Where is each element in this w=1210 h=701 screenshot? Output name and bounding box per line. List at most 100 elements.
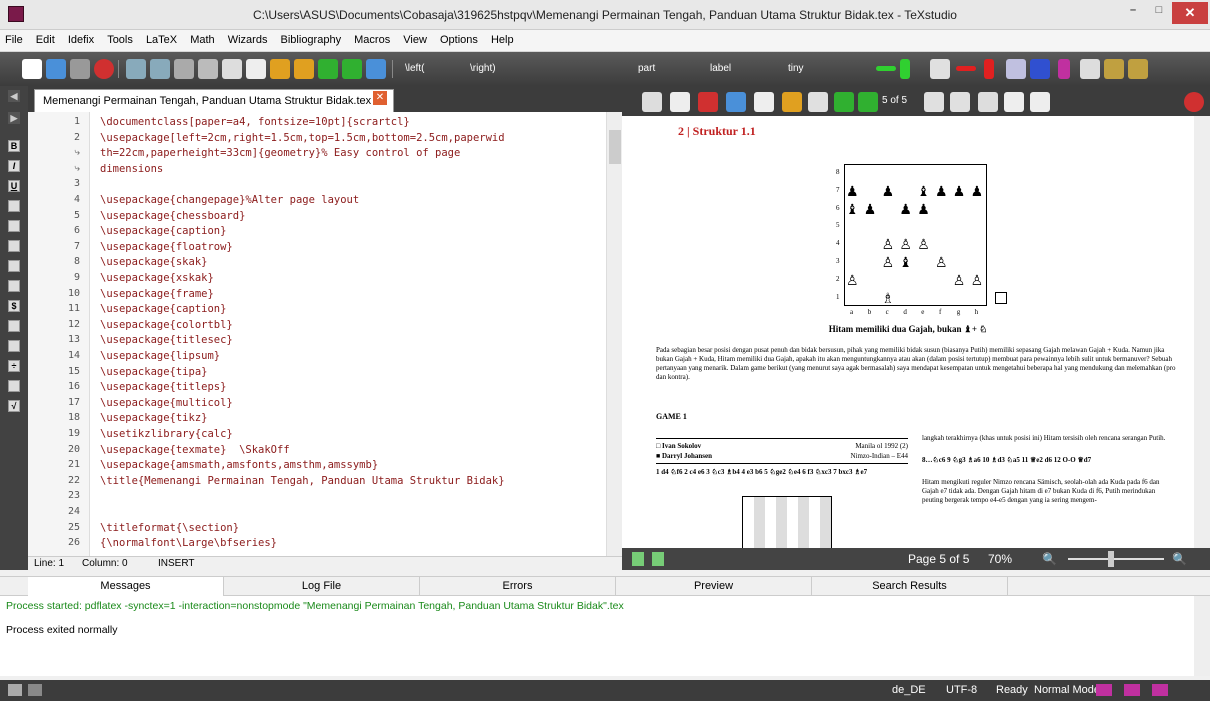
arrow-left-icon[interactable]: ◀ xyxy=(8,90,20,102)
pdf-icon[interactable] xyxy=(698,92,718,112)
color-red-icon[interactable] xyxy=(956,66,976,71)
highlight-icon[interactable] xyxy=(1058,59,1070,79)
paste-icon[interactable] xyxy=(222,59,242,79)
zoom-level[interactable]: 70% xyxy=(988,552,1012,566)
bookmark-2-icon[interactable] xyxy=(1124,684,1140,696)
view-pdf-icon[interactable] xyxy=(366,59,386,79)
tab-errors[interactable]: Errors xyxy=(420,577,616,596)
menu-tools[interactable]: Tools xyxy=(102,30,138,50)
prev-page-icon[interactable] xyxy=(858,92,878,112)
format-icon[interactable] xyxy=(930,59,950,79)
document-icon[interactable] xyxy=(246,59,266,79)
menu-help[interactable]: Help xyxy=(486,30,519,50)
newline-icon[interactable] xyxy=(8,280,20,292)
page-number-field[interactable]: 5 of 5 xyxy=(882,95,907,106)
italic-icon[interactable]: I xyxy=(8,160,20,172)
run-icon[interactable] xyxy=(342,59,362,79)
arrow-right-icon[interactable]: ▶ xyxy=(8,112,20,124)
hand-tool-icon[interactable] xyxy=(754,92,774,112)
triangle2-icon[interactable] xyxy=(1128,59,1148,79)
label-dropdown[interactable]: label xyxy=(710,63,731,74)
menu-macros[interactable]: Macros xyxy=(349,30,395,50)
zoom-slider[interactable] xyxy=(1068,558,1164,560)
sync-icon[interactable] xyxy=(652,552,664,566)
menu-idefix[interactable]: Idefix xyxy=(63,30,99,50)
messages-scrollbar[interactable] xyxy=(1194,596,1210,676)
search-icon[interactable] xyxy=(726,92,746,112)
dfrac-icon[interactable] xyxy=(8,380,20,392)
forward-icon[interactable] xyxy=(808,92,828,112)
maximize-button[interactable]: □ xyxy=(1146,4,1172,24)
preview-scrollbar[interactable] xyxy=(1194,116,1210,548)
table-icon[interactable] xyxy=(1080,59,1100,79)
bookmark-1-icon[interactable] xyxy=(1096,684,1112,696)
editor-scroll-thumb[interactable] xyxy=(609,130,621,164)
subscript-icon[interactable] xyxy=(8,320,20,332)
menu-bibliography[interactable]: Bibliography xyxy=(276,30,347,50)
pdf-preview[interactable]: 2 | Struktur 1.1 ♟ ♟ ♝ ♟ ♟ ♟ ♝ ♟ ♟ ♟ ♙ ♙ ♙ ♙ ♝ ♙ ♙ ♙ ♙ ♗ Hi… xyxy=(622,116,1210,548)
new-file-icon[interactable] xyxy=(22,59,42,79)
align-right-icon[interactable] xyxy=(8,240,20,252)
tab-search-results[interactable]: Search Results xyxy=(812,577,1008,596)
single-page-icon[interactable] xyxy=(978,92,998,112)
sqrt-icon[interactable]: √ xyxy=(8,400,20,412)
close-doc-icon[interactable] xyxy=(94,59,114,79)
tab-messages[interactable]: Messages xyxy=(28,577,224,596)
zoom-slider-handle[interactable] xyxy=(1108,551,1114,567)
tab-close-icon[interactable]: ✕ xyxy=(373,91,387,105)
fraction-icon[interactable]: ÷ xyxy=(8,360,20,372)
close-window-button[interactable]: ✕ xyxy=(1172,2,1208,24)
cut-icon[interactable] xyxy=(198,59,218,79)
compile-icon[interactable] xyxy=(318,59,338,79)
bookmark-3-icon[interactable] xyxy=(1152,684,1168,696)
back-icon[interactable] xyxy=(782,92,802,112)
menu-view[interactable]: View xyxy=(398,30,432,50)
panel-toggle-icon[interactable] xyxy=(8,684,22,696)
align-center-icon[interactable] xyxy=(8,220,20,232)
align-left-icon[interactable] xyxy=(8,200,20,212)
redo-icon[interactable] xyxy=(150,59,170,79)
copy-icon[interactable] xyxy=(174,59,194,79)
first-page-icon[interactable] xyxy=(834,92,854,112)
last-page-icon[interactable] xyxy=(950,92,970,112)
two-page-icon[interactable] xyxy=(1004,92,1024,112)
tab-preview[interactable]: Preview xyxy=(616,577,812,596)
fit-page-icon[interactable] xyxy=(642,92,662,112)
build-icon[interactable] xyxy=(270,59,290,79)
menu-file[interactable]: File xyxy=(0,30,28,50)
triangle-icon[interactable] xyxy=(1104,59,1124,79)
tab-document[interactable]: Memenangi Permainan Tengah, Panduan Utam… xyxy=(34,89,394,112)
insert-icon[interactable] xyxy=(1006,59,1026,79)
encoding-indicator[interactable]: UTF-8 xyxy=(946,684,977,696)
close-preview-icon[interactable] xyxy=(1184,92,1204,112)
menu-latex[interactable]: LaTeX xyxy=(141,30,182,50)
part-dropdown[interactable]: part xyxy=(638,63,655,74)
bold-icon[interactable]: B xyxy=(8,140,20,152)
left-delim-dropdown[interactable]: \left( xyxy=(405,63,424,74)
color-green-icon[interactable] xyxy=(876,66,896,71)
editor-scrollbar[interactable] xyxy=(606,112,622,556)
tab-log-file[interactable]: Log File xyxy=(224,577,420,596)
zoom-out-icon[interactable]: 🔍 xyxy=(1042,552,1057,566)
undo-icon[interactable] xyxy=(126,59,146,79)
continuous-icon[interactable] xyxy=(1030,92,1050,112)
color-red-bar-icon[interactable] xyxy=(984,59,994,79)
code-editor[interactable]: 1 2 ⤷ ⤷ 3 4 5 6 7 8 9 10 11 12 13 14 15 16 17 18 19 20 21 22 23 2… xyxy=(28,112,622,556)
menu-math[interactable]: Math xyxy=(185,30,219,50)
next-page-icon[interactable] xyxy=(924,92,944,112)
menu-wizards[interactable]: Wizards xyxy=(223,30,273,50)
color-bar-icon[interactable] xyxy=(900,59,910,79)
size-dropdown[interactable]: tiny xyxy=(788,63,804,74)
zoom-in-icon[interactable]: 🔍 xyxy=(1172,552,1187,566)
underline-icon[interactable]: U xyxy=(8,180,20,192)
panel-toggle-2-icon[interactable] xyxy=(28,684,42,696)
right-delim-dropdown[interactable]: \right) xyxy=(470,63,496,74)
menu-edit[interactable]: Edit xyxy=(31,30,60,50)
menu-options[interactable]: Options xyxy=(435,30,483,50)
language-indicator[interactable]: de_DE xyxy=(892,684,926,696)
justify-icon[interactable] xyxy=(8,260,20,272)
page-icon[interactable] xyxy=(670,92,690,112)
save-icon[interactable] xyxy=(70,59,90,79)
minimize-button[interactable]: – xyxy=(1120,4,1146,24)
superscript-icon[interactable] xyxy=(8,340,20,352)
